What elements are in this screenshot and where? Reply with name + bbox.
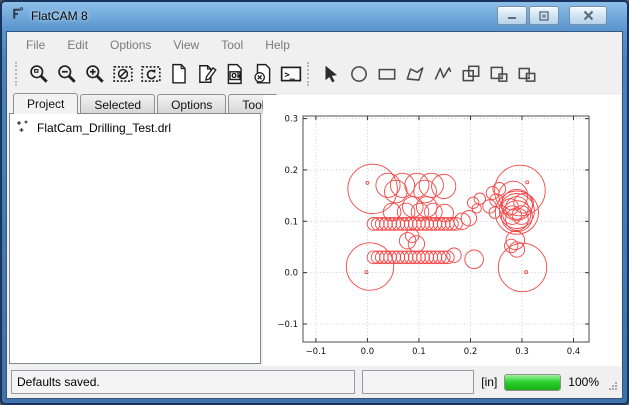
status-message: Defaults saved. <box>11 370 355 394</box>
maximize-button[interactable] <box>529 6 559 25</box>
client-area: FileEditOptionsViewToolHelp Ok>_ Project… <box>6 31 623 399</box>
zoom-out-icon <box>56 63 78 85</box>
resize-grip-icon[interactable] <box>608 378 618 396</box>
project-tree[interactable]: FlatCam_Drilling_Test.drl <box>9 113 261 364</box>
zoom-fit-icon <box>28 63 50 85</box>
toolbar-handle[interactable] <box>307 62 312 86</box>
zoom-out-button[interactable] <box>53 60 81 87</box>
draw-rectangle-icon <box>376 63 398 85</box>
replot-icon <box>140 63 162 85</box>
window-title: FlatCAM 8 <box>31 9 88 23</box>
zoom-in-icon <box>84 63 106 85</box>
edit-file-icon <box>196 63 218 85</box>
svg-text:0.3: 0.3 <box>284 115 298 125</box>
union-icon <box>460 63 482 85</box>
menu-view[interactable]: View <box>162 34 210 56</box>
tree-item[interactable]: FlatCam_Drilling_Test.drl <box>10 114 260 139</box>
tab-selected[interactable]: Selected <box>80 94 155 114</box>
zoom-in-button[interactable] <box>81 60 109 87</box>
svg-text:0.3: 0.3 <box>515 347 529 357</box>
draw-polygon-button[interactable] <box>401 60 429 87</box>
minimize-icon <box>505 11 519 21</box>
new-file-icon <box>168 63 190 85</box>
svg-text:>_: >_ <box>284 70 295 80</box>
replot-button[interactable] <box>137 60 165 87</box>
plot-figure: −0.1 0.0 0.1 0.2 0.3 0.4 0.3 0.2 0.1 0.0 −0.1 <box>263 95 621 366</box>
menu-options[interactable]: Options <box>99 34 162 56</box>
delete-file-icon <box>252 63 274 85</box>
tab-options[interactable]: Options <box>157 94 226 114</box>
select-arrow-icon <box>320 63 342 85</box>
ok-file-button[interactable]: Ok <box>221 60 249 87</box>
menu-help[interactable]: Help <box>254 34 301 56</box>
cut-icon <box>516 63 538 85</box>
toolbar: Ok >_ <box>7 57 622 90</box>
flatcam-logo-icon <box>10 6 25 26</box>
status-aux-field <box>362 370 474 394</box>
svg-text:0.1: 0.1 <box>284 217 298 227</box>
svg-text:0.0: 0.0 <box>361 347 375 357</box>
minimize-button[interactable] <box>497 6 527 25</box>
status-bar: Defaults saved. [in] 100% <box>7 366 622 398</box>
menu-file[interactable]: File <box>15 34 56 56</box>
edit-file-button[interactable] <box>193 60 221 87</box>
tab-bar: ProjectSelectedOptionsTool <box>13 93 278 114</box>
subtract-icon <box>488 63 510 85</box>
draw-rectangle-button[interactable] <box>373 60 401 87</box>
new-file-button[interactable] <box>165 60 193 87</box>
select-arrow-button[interactable] <box>317 60 345 87</box>
svg-text:−0.1: −0.1 <box>306 347 327 357</box>
shell-icon: >_ <box>280 63 302 85</box>
plot-canvas[interactable]: −0.1 0.0 0.1 0.2 0.3 0.4 0.3 0.2 0.1 0.0 −0.1 <box>263 95 621 366</box>
units-label: [in] <box>481 375 497 389</box>
union-button[interactable] <box>457 60 485 87</box>
title-bar[interactable]: FlatCAM 8 <box>2 2 627 29</box>
draw-circle-icon <box>348 63 370 85</box>
svg-text:−0.1: −0.1 <box>277 320 298 330</box>
close-button[interactable] <box>569 6 607 25</box>
cut-button[interactable] <box>513 60 541 87</box>
shell-button[interactable]: >_ <box>277 60 305 87</box>
svg-text:0.4: 0.4 <box>567 347 581 357</box>
svg-text:0.2: 0.2 <box>284 166 298 176</box>
menu-edit[interactable]: Edit <box>56 34 99 56</box>
draw-polyline-button[interactable] <box>429 60 457 87</box>
svg-text:0.2: 0.2 <box>464 347 478 357</box>
tab-project[interactable]: Project <box>13 93 78 114</box>
clear-plot-button[interactable] <box>109 60 137 87</box>
menu-tool[interactable]: Tool <box>210 34 254 56</box>
draw-circle-button[interactable] <box>345 60 373 87</box>
tree-item-label: FlatCam_Drilling_Test.drl <box>37 121 171 135</box>
progress-percent-label: 100% <box>568 375 599 389</box>
subtract-button[interactable] <box>485 60 513 87</box>
progress-bar <box>504 374 561 391</box>
drill-object-icon <box>16 119 31 137</box>
zoom-fit-button[interactable] <box>25 60 53 87</box>
svg-text:0.1: 0.1 <box>412 347 426 357</box>
app-window: FlatCAM 8 FileEditOptionsViewToolHelp Ok… <box>0 0 629 405</box>
clear-plot-icon <box>112 63 134 85</box>
draw-polyline-icon <box>432 63 454 85</box>
menu-bar: FileEditOptionsViewToolHelp <box>7 33 622 57</box>
progress-fill <box>505 375 560 390</box>
svg-text:Ok: Ok <box>231 71 242 79</box>
svg-text:0.0: 0.0 <box>284 269 298 279</box>
close-icon <box>582 10 595 21</box>
ok-file-icon: Ok <box>224 63 246 85</box>
delete-file-button[interactable] <box>249 60 277 87</box>
draw-polygon-icon <box>404 63 426 85</box>
toolbar-handle[interactable] <box>15 62 20 86</box>
maximize-icon <box>537 10 551 22</box>
